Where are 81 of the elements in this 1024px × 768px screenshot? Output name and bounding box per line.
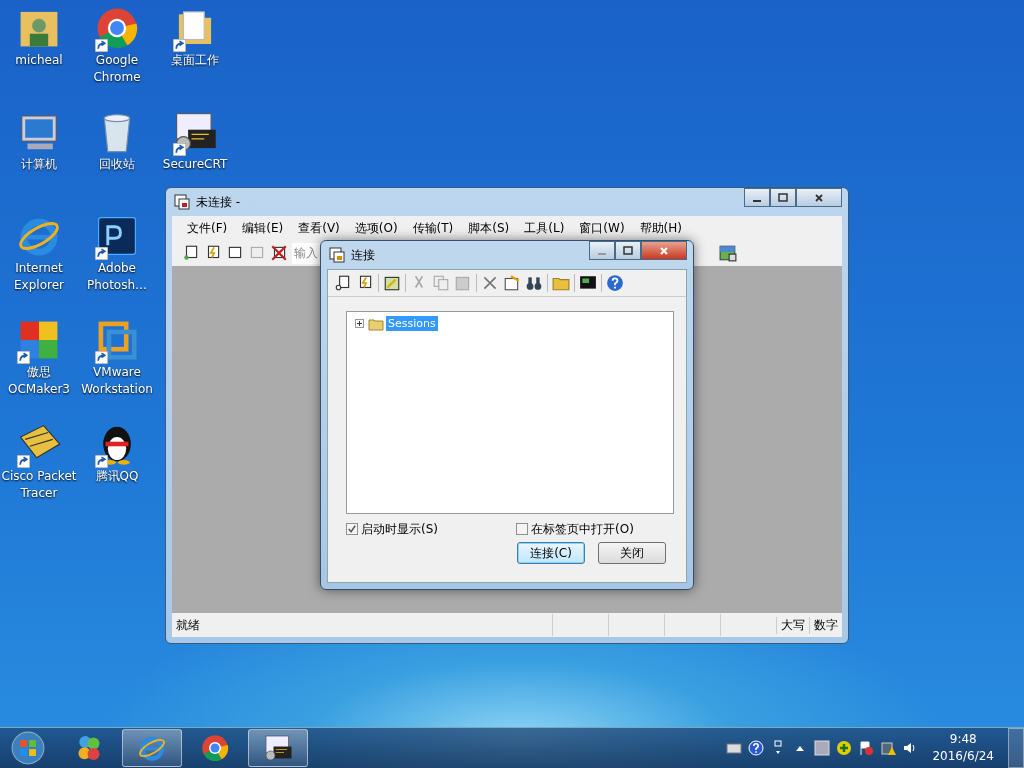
shortcut-arrow-icon <box>17 351 30 364</box>
close-button[interactable] <box>796 188 842 207</box>
desktop-icon-label[interactable]: 回收站 <box>79 156 155 173</box>
new-session-icon[interactable] <box>383 274 401 292</box>
clock[interactable]: 9:48 2016/6/24 <box>924 731 1002 765</box>
menu-item[interactable]: 选项(O) <box>354 219 398 237</box>
desktop-icon-label[interactable]: SecureCRT <box>157 156 233 173</box>
plus-shield-icon[interactable] <box>836 740 853 756</box>
shortcut-arrow-icon <box>95 455 108 468</box>
desktop-icon-label[interactable]: 腾讯QQ <box>79 468 155 485</box>
status-text: 就绪 <box>176 616 201 634</box>
dialog-window-icon <box>329 247 345 263</box>
desktop-icon-label[interactable]: Adobe Photosh… <box>79 260 155 294</box>
maximize-button[interactable] <box>770 188 796 207</box>
folder-icon <box>368 316 384 331</box>
menu-item[interactable]: 工具(L) <box>524 219 565 237</box>
desktop-icon-label[interactable]: 傲思 OCMaker3 <box>1 364 77 398</box>
menu-item[interactable]: 编辑(E) <box>242 219 284 237</box>
dialog-button[interactable]: 关闭 <box>598 542 666 564</box>
help-icon[interactable] <box>606 274 624 292</box>
connect-icon[interactable] <box>182 244 200 262</box>
shortcut-arrow-icon <box>17 455 30 468</box>
keyboard-icon[interactable] <box>726 740 743 756</box>
shortcut-arrow-icon <box>173 39 186 52</box>
show-desktop-button[interactable] <box>1008 728 1024 768</box>
close-icon <box>659 245 669 256</box>
shortcut-arrow-icon <box>173 143 186 156</box>
close-button[interactable] <box>641 241 687 260</box>
close-icon <box>814 192 824 203</box>
menu-item[interactable]: 窗口(W) <box>579 219 625 237</box>
chrome-icon <box>200 733 230 763</box>
clock-time: 9:48 <box>949 731 977 748</box>
image-icon[interactable] <box>719 244 737 262</box>
tree-item[interactable]: Sessions <box>386 316 438 331</box>
status-indicator: 大写 <box>776 616 809 634</box>
minimize-button[interactable] <box>744 188 770 207</box>
connect-icon[interactable] <box>334 274 352 292</box>
minimize-icon <box>753 199 761 202</box>
shortcut-arrow-icon <box>95 351 108 364</box>
shortcut-arrow-icon <box>95 39 108 52</box>
desktop-icon-label[interactable]: 计算机 <box>1 156 77 173</box>
menu-item[interactable]: 文件(F) <box>187 219 228 237</box>
properties-icon[interactable] <box>503 274 521 292</box>
desktop-icon-label[interactable]: micheal <box>1 52 77 69</box>
terminal-icon <box>263 733 293 763</box>
desktop-icon-label[interactable]: Google Chrome <box>79 52 155 86</box>
maximize-button[interactable] <box>615 241 641 260</box>
dialog-title: 连接 <box>351 246 375 264</box>
flag-error-icon[interactable] <box>858 740 875 756</box>
clock-date: 2016/6/24 <box>932 748 994 765</box>
menu-item[interactable]: 查看(V) <box>298 219 340 237</box>
expand-icon[interactable] <box>355 319 364 328</box>
checkbox-label: 在标签页中打开(O) <box>531 520 634 538</box>
network-warning-icon[interactable] <box>880 740 897 756</box>
minimize-icon <box>598 252 606 255</box>
checkbox[interactable] <box>516 523 528 535</box>
help-icon[interactable] <box>748 740 765 756</box>
window-title: 未连接 - <box>196 193 241 211</box>
dialog-button[interactable]: 连接(C) <box>517 542 585 564</box>
binoculars-icon[interactable] <box>525 274 543 292</box>
status-indicator: 数字 <box>809 616 842 634</box>
disconnect-icon[interactable] <box>270 244 288 262</box>
taskbar-app-button[interactable] <box>248 729 308 767</box>
checkbox[interactable] <box>346 523 358 535</box>
maximize-icon <box>778 192 788 203</box>
shortcut-arrow-icon <box>95 247 108 260</box>
checkbox-label: 启动时显示(S) <box>361 520 438 538</box>
menu-item[interactable]: 脚本(S) <box>468 219 510 237</box>
chrome-icon <box>94 5 140 51</box>
desktop-icon-label[interactable]: VMware Workstation <box>79 364 155 398</box>
quick-connect-field[interactable]: 输入 <box>292 242 320 264</box>
menu-item[interactable]: 传输(T) <box>412 219 454 237</box>
maximize-icon <box>623 245 633 256</box>
app-window-icon <box>174 194 190 210</box>
desktop-icon-label[interactable]: 桌面工作 <box>157 52 233 69</box>
menu-item[interactable]: 帮助(H) <box>639 219 682 237</box>
terminal-icon[interactable] <box>579 274 597 292</box>
desktop-icon-label[interactable]: Internet Explorer <box>1 260 77 294</box>
minimize-button[interactable] <box>589 241 615 260</box>
desktop-icon-label[interactable]: Cisco Packet Tracer <box>1 468 77 502</box>
delete-icon[interactable] <box>481 274 499 292</box>
